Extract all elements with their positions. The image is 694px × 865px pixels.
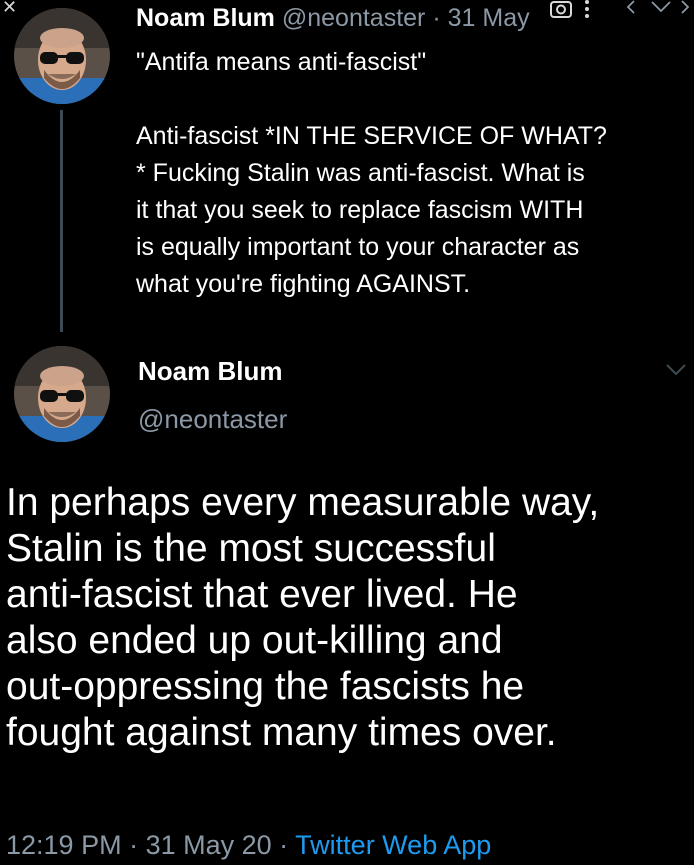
separator: · [121, 830, 146, 860]
author-name[interactable]: Noam Blum [138, 356, 282, 386]
chevron-left-icon[interactable] [622, 0, 642, 16]
tweet-text-line: is equally important to your character a… [136, 233, 580, 261]
author-handle[interactable]: @neontaster [282, 4, 426, 32]
avatar[interactable] [14, 346, 110, 442]
chevron-down-icon[interactable] [664, 362, 688, 378]
separator: · [271, 830, 296, 860]
avatar-image [14, 8, 110, 104]
tweet-text-line: Stalin is the most successful [6, 527, 496, 570]
chevron-right-icon[interactable] [676, 0, 694, 16]
close-icon[interactable]: ✕ [2, 0, 17, 16]
tweet-date[interactable]: 31 May 20 [146, 830, 272, 860]
chevron-down-icon[interactable] [648, 0, 674, 16]
author-handle[interactable]: @neontaster [138, 404, 287, 434]
tweet-text-line: it that you seek to replace fascism WITH [136, 196, 584, 224]
tweet-text-line: out-oppressing the fascists he [6, 665, 525, 708]
tweet-text-line: also ended up out-killing and [6, 619, 503, 662]
tweet-source-link[interactable]: Twitter Web App [295, 830, 491, 860]
avatar[interactable] [14, 8, 110, 104]
avatar-image [14, 346, 110, 442]
author-name[interactable]: Noam Blum [136, 4, 275, 32]
separator: · [425, 4, 448, 32]
tweet-text: In perhaps every measurable way, Stalin … [6, 480, 694, 756]
tweet-text: "Antifa means anti-fascist" Anti-fascist… [136, 44, 692, 303]
tweet-time[interactable]: 12:19 PM [6, 830, 122, 860]
tweet-header: Noam Blum @neontaster · 31 May [136, 2, 530, 34]
tweet-text-line: In perhaps every measurable way, [6, 481, 600, 524]
tweet-text-line: fought against many times over. [6, 711, 557, 754]
tweet-footer: 12:19 PM · 31 May 20 · Twitter Web App [6, 829, 491, 861]
thread-line [60, 110, 63, 332]
tweet-text-line: Anti-fascist *IN THE SERVICE OF WHAT? [136, 122, 607, 150]
tweet-text-line [136, 81, 692, 118]
tweet-text-line: anti-fascist that ever lived. He [6, 573, 518, 616]
tweet-date[interactable]: 31 May [448, 4, 530, 32]
tweet-text-line: "Antifa means anti-fascist" [136, 48, 427, 76]
tweet-text-line: what you're fighting AGAINST. [136, 270, 471, 298]
more-icon[interactable] [582, 0, 592, 20]
camera-icon[interactable] [548, 0, 574, 20]
nav-arrows [618, 0, 694, 18]
tweet-text-line: * Fucking Stalin was anti-fascist. What … [136, 159, 585, 187]
